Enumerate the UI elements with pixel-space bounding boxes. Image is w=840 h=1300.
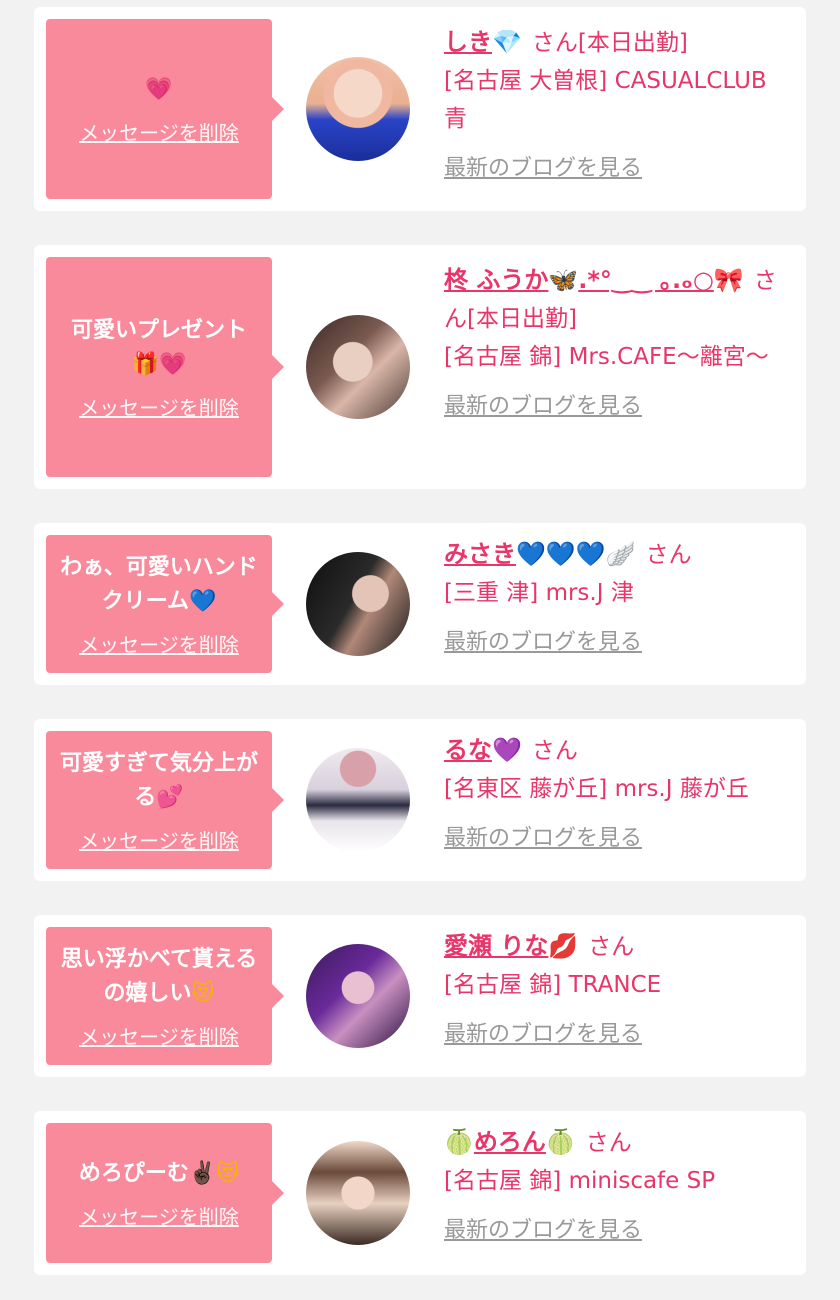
cyan-heart-icon: 💙 (575, 540, 606, 568)
melon-icon: 🍈 (545, 1128, 576, 1156)
message-bubble: 可愛いプレゼント 🎁💗 メッセージを削除 (46, 257, 272, 477)
avatar[interactable] (306, 552, 410, 656)
cast-info: るな💜 さん [名東区 藤が丘] mrs.J 藤が丘 最新のブログを見る (444, 731, 796, 858)
blog-link[interactable]: 最新のブログを見る (444, 1212, 642, 1250)
cyan-heart-icon: 💙 (188, 588, 217, 614)
gift-icon: 🎁 (131, 351, 159, 377)
blog-link[interactable]: 最新のブログを見る (444, 150, 642, 188)
message-card: 可愛すぎて気分上がる💕 メッセージを削除 るな💜 さん [名東区 藤が丘] mrs… (34, 719, 806, 881)
blog-link[interactable]: 最新のブログを見る (444, 820, 642, 858)
heart-icon: 💕 (156, 784, 184, 810)
message-card: 思い浮かべて貰えるの嬉しい😻 メッセージを削除 愛瀬 りな💋 さん [名古屋 錦]… (34, 915, 806, 1077)
message-bubble: めろぴーむ✌🏿😻 メッセージを削除 (46, 1123, 272, 1263)
lips-icon: 💋 (548, 932, 579, 960)
peace-icon: ✌🏿 (188, 1160, 217, 1186)
message-text: わぁ、可愛いハンドクリーム💙 (46, 551, 272, 619)
delete-message-link[interactable]: メッセージを削除 (79, 1201, 239, 1230)
shop-name: [名古屋 錦] miniscafe SP (444, 1168, 716, 1194)
message-text: 可愛すぎて気分上がる💕 (46, 747, 272, 815)
heart-icon: 💗 (145, 76, 173, 102)
delete-message-link[interactable]: メッセージを削除 (79, 825, 239, 854)
message-text: 思い浮かべて貰えるの嬉しい😻 (46, 943, 272, 1011)
message-bubble: わぁ、可愛いハンドクリーム💙 メッセージを削除 (46, 535, 272, 673)
wing-icon: 🪽 (605, 540, 636, 568)
avatar[interactable] (306, 315, 410, 419)
message-card: 可愛いプレゼント 🎁💗 メッセージを削除 柊 ふうか🦋.*°‿‿ ｡.ₒ○🎀 さん… (34, 245, 806, 489)
avatar[interactable] (306, 57, 410, 161)
cast-info: 柊 ふうか🦋.*°‿‿ ｡.ₒ○🎀 さん[本日出勤] [名古屋 錦] Mrs.CA… (444, 261, 796, 426)
shop-name: [名東区 藤が丘] mrs.J 藤が丘 (444, 776, 749, 802)
avatar[interactable] (306, 748, 410, 852)
message-card: 💗 メッセージを削除 しき💎 さん[本日出勤] [名古屋 大曽根] CASUALC… (34, 7, 806, 211)
delete-message-link[interactable]: メッセージを削除 (79, 1021, 239, 1050)
blog-link[interactable]: 最新のブログを見る (444, 388, 642, 426)
message-text: 💗 (135, 73, 182, 107)
cast-name-link[interactable]: 🍈めろん🍈 (444, 1128, 576, 1156)
message-bubble: 可愛すぎて気分上がる💕 メッセージを削除 (46, 731, 272, 869)
shop-name: [名古屋 錦] TRANCE (444, 972, 662, 998)
cast-info: 🍈めろん🍈 さん [名古屋 錦] miniscafe SP 最新のブログを見る (444, 1123, 796, 1250)
heart-eyes-icon: 😻 (216, 1160, 240, 1186)
cast-name-link[interactable]: 愛瀬 りな💋 (444, 932, 578, 960)
blog-link[interactable]: 最新のブログを見る (444, 624, 642, 662)
shop-name: [名古屋 錦] Mrs.CAFE〜離宮〜 (444, 344, 769, 370)
cast-name-link[interactable]: しき💎 (444, 28, 522, 56)
purple-heart-icon: 💜 (492, 736, 522, 764)
delete-message-link[interactable]: メッセージを削除 (79, 629, 239, 658)
cast-info: みさき💙💙💙🪽 さん [三重 津] mrs.J 津 最新のブログを見る (444, 535, 796, 662)
melon-icon: 🍈 (444, 1128, 474, 1156)
message-card: めろぴーむ✌🏿😻 メッセージを削除 🍈めろん🍈 さん [名古屋 錦] minisc… (34, 1111, 806, 1275)
delete-message-link[interactable]: メッセージを削除 (79, 392, 239, 421)
delete-message-link[interactable]: メッセージを削除 (79, 117, 239, 146)
avatar[interactable] (306, 944, 410, 1048)
cast-name-link[interactable]: みさき💙💙💙🪽 (444, 540, 636, 568)
gem-icon: 💎 (492, 28, 522, 56)
ribbon-icon: 🎀 (713, 266, 744, 294)
blog-link[interactable]: 最新のブログを見る (444, 1016, 642, 1054)
message-text: めろぴーむ✌🏿😻 (69, 1157, 249, 1191)
heart-icon: 💗 (158, 351, 187, 377)
message-card: わぁ、可愛いハンドクリーム💙 メッセージを削除 みさき💙💙💙🪽 さん [三重 津]… (34, 523, 806, 685)
heart-eyes-icon: 😻 (191, 980, 215, 1006)
cast-info: しき💎 さん[本日出勤] [名古屋 大曽根] CASUALCLUB 青 最新のブロ… (444, 23, 796, 188)
cast-info: 愛瀬 りな💋 さん [名古屋 錦] TRANCE 最新のブログを見る (444, 927, 796, 1054)
message-text: 可愛いプレゼント 🎁💗 (61, 314, 257, 382)
message-bubble: 思い浮かべて貰えるの嬉しい😻 メッセージを削除 (46, 927, 272, 1065)
cast-name-link[interactable]: 柊 ふうか🦋.*°‿‿ ｡.ₒ○🎀 (444, 266, 744, 294)
butterfly-icon: 🦋 (548, 266, 579, 294)
shop-name: [三重 津] mrs.J 津 (444, 580, 634, 606)
message-bubble: 💗 メッセージを削除 (46, 19, 272, 199)
shop-name: [名古屋 大曽根] CASUALCLUB 青 (444, 68, 767, 132)
avatar[interactable] (306, 1141, 410, 1245)
cyan-heart-icon: 💙 (545, 540, 576, 568)
cyan-heart-icon: 💙 (516, 540, 546, 568)
cast-name-link[interactable]: るな💜 (444, 736, 522, 764)
